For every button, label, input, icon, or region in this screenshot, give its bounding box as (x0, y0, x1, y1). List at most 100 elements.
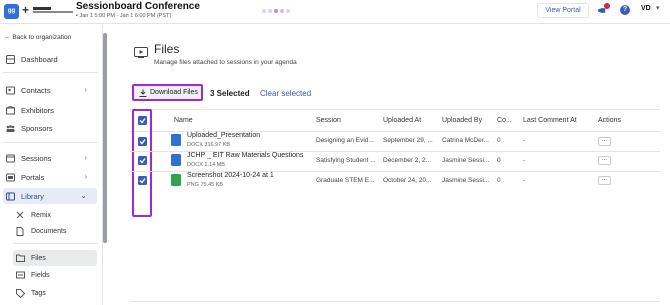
view-portal-button[interactable]: View Portal (537, 3, 589, 18)
sidebar-item-label: Library (21, 191, 44, 201)
session-cell: Satisfying Student ... (316, 157, 376, 164)
column-header-last-comment-at[interactable]: Last Comment At (523, 117, 577, 124)
row-checkbox[interactable] (138, 156, 147, 165)
divider (3, 72, 98, 73)
top-bar: gg + Sessionboard Conference ▪ Jan 1 5:0… (0, 0, 670, 24)
chevron-right-icon: › (84, 153, 87, 162)
session-cell: Graduate STEM E... (316, 177, 375, 184)
calendar-icon: ▪ (76, 13, 78, 19)
sidebar-item-portals[interactable]: Portals › (3, 169, 97, 185)
conference-dates-text: Jan 1 5:00 PM - Jan 1 6:00 PM (PST) (79, 13, 172, 19)
page-subtitle: Manage files attached to sessions in you… (154, 59, 297, 66)
comments-cell: 0 (497, 137, 501, 144)
sidebar-item-files[interactable]: Files (13, 250, 97, 266)
uploaded-at-cell: September 29, ... (383, 137, 433, 144)
notification-badge (604, 3, 610, 9)
row-checkbox[interactable] (138, 137, 147, 146)
sidebar-item-label: Files (31, 254, 46, 262)
docx-file-icon (171, 134, 181, 146)
back-label: Back to organization (12, 34, 72, 41)
last-comment-cell: - (523, 137, 526, 144)
blurred-graphic (262, 9, 298, 15)
sidebar-item-label: Sessions (21, 153, 52, 163)
column-header-session[interactable]: Session (316, 117, 341, 124)
sessions-icon (5, 153, 15, 163)
sidebar-item-label: Contacts (21, 85, 51, 95)
uploaded-by-cell: Jasmine Sessi... (442, 177, 490, 184)
file-meta: DOCX 1.14 MB (187, 162, 225, 168)
column-header-uploaded-by[interactable]: Uploaded By (442, 117, 482, 124)
png-file-icon (171, 174, 181, 186)
main-content: Files Manage files attached to sessions … (108, 25, 670, 305)
download-files-button[interactable]: Download Files (132, 84, 203, 101)
exhibitors-icon (5, 105, 15, 115)
app-logo[interactable]: gg (4, 4, 19, 19)
select-all-checkbox[interactable] (138, 116, 147, 125)
user-avatar[interactable]: VD (641, 5, 651, 12)
row-checkbox[interactable] (138, 176, 147, 185)
plus-icon: + (22, 3, 30, 17)
tags-icon (15, 288, 25, 298)
documents-icon (15, 226, 25, 236)
download-files-label: Download Files (150, 89, 198, 96)
sponsors-icon (5, 123, 15, 133)
comments-cell: 0 (497, 177, 501, 184)
file-meta: DOCX 316.97 KB (187, 142, 231, 148)
sidebar-item-documents[interactable]: Documents (13, 223, 97, 239)
table-bottom-border (130, 301, 660, 302)
sidebar-item-label: Tags (31, 289, 46, 297)
sidebar-scrollbar[interactable] (103, 33, 107, 243)
sidebar: ← Back to organization Dashboard Contact… (0, 25, 103, 305)
fields-icon (15, 270, 25, 280)
sidebar-item-remix[interactable]: Remix (13, 207, 97, 223)
row-actions-button[interactable]: ... (598, 156, 611, 165)
sidebar-item-label: Dashboard (21, 54, 58, 64)
remix-icon (15, 210, 25, 220)
divider (13, 243, 98, 244)
sidebar-item-label: Remix (31, 211, 51, 219)
partner-logo (33, 7, 73, 15)
column-header-actions: Actions (598, 117, 621, 124)
sidebar-item-label: Fields (31, 271, 50, 279)
page-title: Files (154, 42, 180, 56)
sidebar-item-sponsors[interactable]: Sponsors (3, 120, 97, 136)
library-icon (5, 191, 15, 201)
last-comment-cell: - (523, 177, 526, 184)
portals-icon (5, 172, 15, 182)
sidebar-item-sessions[interactable]: Sessions › (3, 150, 97, 166)
files-page-icon (134, 47, 148, 58)
sidebar-item-library[interactable]: Library ⌄ (3, 188, 97, 204)
conference-title: Sessionboard Conference (76, 1, 200, 12)
dashboard-icon (5, 54, 15, 64)
column-header-uploaded-at[interactable]: Uploaded At (383, 117, 421, 124)
back-to-organization-link[interactable]: ← Back to organization (4, 34, 71, 41)
file-name[interactable]: Screenshot 2024-10-24 at 1 (187, 172, 274, 179)
chevron-right-icon: › (84, 85, 87, 94)
sidebar-item-label: Exhibitors (21, 105, 54, 115)
conference-dates: ▪ Jan 1 5:00 PM - Jan 1 6:00 PM (PST) (76, 13, 171, 19)
sidebar-item-tags[interactable]: Tags (13, 285, 97, 301)
row-actions-button[interactable]: ... (598, 137, 611, 146)
sidebar-item-contacts[interactable]: Contacts › (3, 82, 97, 98)
docx-file-icon (171, 154, 181, 166)
column-header-name[interactable]: Name (174, 117, 193, 124)
last-comment-cell: - (523, 157, 526, 164)
file-name[interactable]: JCHP _ EIT Raw Materials Questions (187, 152, 303, 159)
download-icon (139, 89, 147, 97)
session-cell: Designing an Evid... (316, 137, 374, 144)
help-icon[interactable]: ? (620, 5, 630, 15)
file-name[interactable]: Uploaded_Presentation (187, 132, 260, 139)
sidebar-item-exhibitors[interactable]: Exhibitors (3, 102, 97, 118)
sidebar-item-fields[interactable]: Fields (13, 267, 97, 283)
clear-selected-link[interactable]: Clear selected (260, 89, 311, 98)
row-actions-button[interactable]: ... (598, 176, 611, 185)
chevron-down-icon[interactable]: ▾ (656, 4, 660, 12)
uploaded-by-cell: Catrina McDer... (442, 137, 489, 144)
sidebar-item-label: Portals (21, 172, 45, 182)
sidebar-item-dashboard[interactable]: Dashboard (3, 51, 97, 67)
column-header-comments[interactable]: Co... (497, 117, 512, 124)
table-top-border (130, 109, 660, 110)
selected-count: 3 Selected (210, 89, 250, 98)
files-icon (15, 253, 25, 263)
uploaded-by-cell: Jasmine Sessi... (442, 157, 490, 164)
